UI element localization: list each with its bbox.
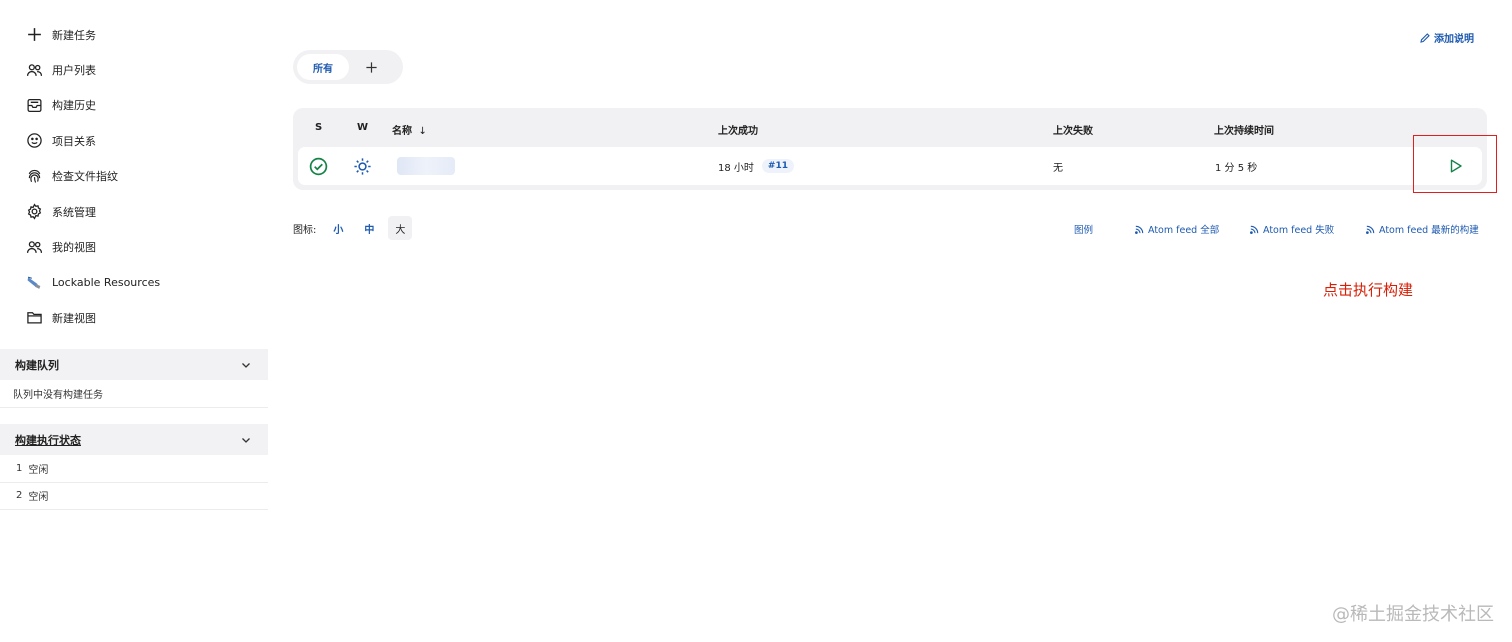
sidebar-item-label: 用户列表	[52, 64, 96, 78]
sidebar-item-label: 构建历史	[52, 99, 96, 113]
sidebar: 新建任务 用户列表 构建历史 项目关系 检查文件指纹 系统管理 我的视图 Loc…	[0, 0, 268, 336]
users-icon	[25, 238, 43, 256]
legend-link[interactable]: 图例	[1074, 222, 1093, 236]
sidebar-item-new-view[interactable]: 新建视图	[0, 300, 268, 335]
plus-icon	[25, 26, 43, 44]
executor-number: 2	[16, 490, 23, 502]
sidebar-item-label: 我的视图	[52, 241, 96, 255]
sidebar-item-fingerprint[interactable]: 检查文件指纹	[0, 159, 268, 194]
last-success-cell: 18 小时 #11	[718, 147, 794, 185]
last-duration-cell: 1 分 5 秒	[1215, 162, 1258, 174]
executors-panel: 构建执行状态 1 空闲 2 空闲	[0, 424, 268, 510]
chevron-down-icon	[242, 362, 250, 368]
sidebar-item-label: 新建任务	[52, 28, 96, 42]
job-name-link[interactable]	[397, 147, 455, 185]
lock-resource-icon	[25, 273, 43, 291]
build-queue-title: 构建队列	[15, 358, 59, 372]
view-tabs: 所有	[293, 50, 403, 84]
executors-header[interactable]: 构建执行状态	[0, 424, 268, 455]
build-queue-panel: 构建队列 队列中没有构建任务	[0, 349, 268, 408]
build-number-link[interactable]: #11	[761, 159, 794, 173]
executor-status: 空闲	[28, 492, 49, 504]
sort-arrow-icon: ↓	[418, 126, 427, 137]
sidebar-item-lockable-resources[interactable]: Lockable Resources	[0, 265, 268, 300]
folder-icon	[25, 309, 43, 327]
executors-title[interactable]: 构建执行状态	[15, 432, 81, 448]
add-description-link[interactable]: 添加说明	[1419, 30, 1474, 45]
rss-icon	[1135, 225, 1144, 234]
feed-failures-label: Atom feed 失败	[1263, 225, 1335, 236]
feed-links: 图例 Atom feed 全部 Atom feed 失败 Atom feed 最…	[0, 222, 1512, 236]
tab-all[interactable]: 所有	[297, 54, 349, 80]
sidebar-item-users[interactable]: 用户列表	[0, 52, 268, 87]
weather-sunny-icon	[353, 147, 372, 185]
sidebar-item-label: 项目关系	[52, 134, 96, 148]
smile-icon	[25, 132, 43, 150]
column-header-name[interactable]: 名称 ↓	[392, 122, 427, 137]
column-header-last-duration[interactable]: 上次持续时间	[1214, 122, 1274, 137]
feed-all-label: Atom feed 全部	[1148, 225, 1220, 236]
executor-status: 空闲	[28, 464, 49, 476]
gear-icon	[25, 203, 43, 221]
annotation-text: 点击执行构建	[1323, 281, 1414, 299]
add-view-button[interactable]	[349, 54, 393, 80]
last-failure-cell: 无	[1053, 162, 1063, 174]
column-header-status[interactable]: S	[315, 122, 322, 133]
feed-latest-link[interactable]: Atom feed 最新的构建	[1365, 222, 1479, 236]
users-icon	[25, 61, 43, 79]
sidebar-item-new-job[interactable]: 新建任务	[0, 17, 268, 52]
column-header-last-failure[interactable]: 上次失败	[1053, 122, 1093, 137]
column-header-name-label: 名称	[392, 126, 412, 137]
feed-failures-link[interactable]: Atom feed 失败	[1249, 222, 1334, 236]
rss-icon	[1366, 225, 1375, 234]
rss-icon	[1250, 225, 1259, 234]
status-success-icon	[309, 147, 328, 185]
column-header-last-success[interactable]: 上次成功	[718, 122, 758, 137]
sidebar-item-label: 检查文件指纹	[52, 170, 118, 184]
feed-latest-label: Atom feed 最新的构建	[1379, 225, 1479, 236]
table-row: 18 小时 #11 无 1 分 5 秒	[298, 147, 1482, 185]
sidebar-item-label: 系统管理	[52, 205, 96, 219]
sidebar-item-build-history[interactable]: 构建历史	[0, 88, 268, 123]
executor-number: 1	[16, 462, 23, 474]
feed-all-link[interactable]: Atom feed 全部	[1134, 222, 1219, 236]
chevron-down-icon	[242, 437, 250, 443]
sidebar-item-label: 新建视图	[52, 311, 96, 325]
column-header-weather[interactable]: W	[357, 122, 368, 133]
sidebar-item-label: Lockable Resources	[52, 275, 161, 289]
inbox-icon	[25, 96, 43, 114]
fingerprint-icon	[25, 167, 43, 185]
sidebar-nav: 新建任务 用户列表 构建历史 项目关系 检查文件指纹 系统管理 我的视图 Loc…	[0, 0, 268, 336]
annotation-highlight-box	[1413, 135, 1497, 193]
sidebar-item-project-relations[interactable]: 项目关系	[0, 123, 268, 158]
build-queue-empty-text: 队列中没有构建任务	[0, 380, 268, 408]
add-description-label: 添加说明	[1434, 34, 1474, 45]
jobs-table: S W 名称 ↓ 上次成功 上次失败 上次持续时间 18 小时 #11 无 1 …	[293, 108, 1487, 190]
executor-row: 1 空闲	[0, 455, 268, 483]
watermark: @稀土掘金技术社区	[1332, 604, 1494, 625]
pencil-icon	[1420, 32, 1430, 43]
job-name-redacted	[397, 157, 455, 175]
last-success-time: 18 小时	[718, 162, 754, 174]
build-queue-header[interactable]: 构建队列	[0, 349, 268, 380]
executor-row: 2 空闲	[0, 483, 268, 510]
plus-icon	[365, 61, 377, 73]
